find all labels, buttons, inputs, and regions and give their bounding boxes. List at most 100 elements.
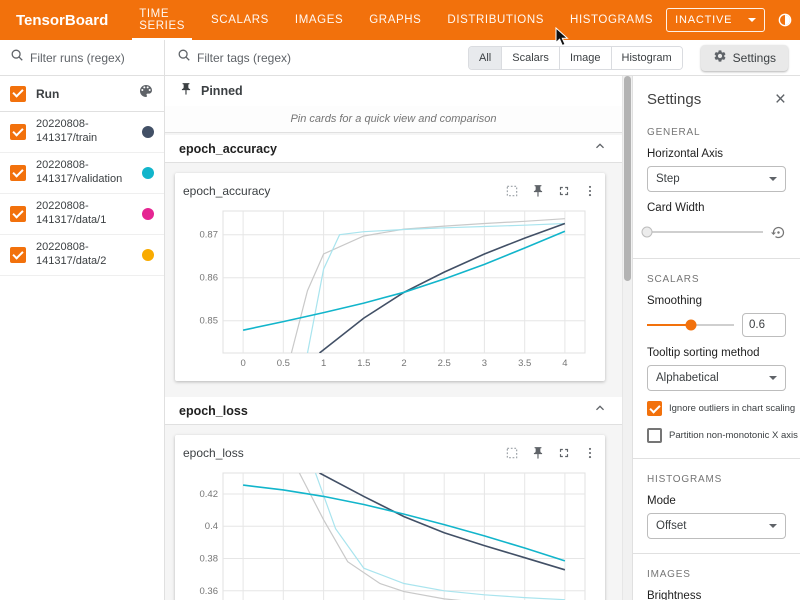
run-checkbox[interactable]	[10, 206, 26, 222]
run-checkbox[interactable]	[10, 165, 26, 181]
svg-text:0.4: 0.4	[205, 521, 218, 532]
run-row-train[interactable]: 20220808-141317/train	[0, 112, 164, 153]
partition-x-label: Partition non-monotonic X axis	[669, 430, 798, 441]
run-color-dot	[142, 167, 154, 179]
svg-text:3: 3	[482, 358, 487, 369]
slider-thumb[interactable]	[642, 227, 653, 238]
card-width-slider[interactable]	[647, 220, 763, 244]
gear-icon	[713, 49, 727, 66]
reset-icon[interactable]	[771, 225, 786, 240]
palette-icon[interactable]	[138, 83, 154, 104]
svg-text:0.38: 0.38	[200, 554, 219, 565]
filter-histogram-button[interactable]: Histogram	[611, 47, 682, 69]
app-header: TensorBoard TIME SERIES SCALARS IMAGES G…	[0, 0, 800, 40]
settings-panel: Settings × GENERAL Horizontal Axis Step …	[632, 76, 800, 600]
fullscreen-icon[interactable]	[557, 184, 571, 198]
run-row-data-1[interactable]: 20220808-141317/data/1	[0, 194, 164, 235]
svg-text:2: 2	[401, 358, 406, 369]
main-scrollbar[interactable]	[622, 76, 632, 600]
slider-thumb[interactable]	[685, 320, 696, 331]
filter-scalars-button[interactable]: Scalars	[501, 47, 559, 69]
pin-icon[interactable]	[531, 446, 545, 460]
filter-tags-input[interactable]	[197, 51, 462, 65]
partition-x-row[interactable]: Partition non-monotonic X axis	[647, 426, 786, 444]
caret-down-icon	[748, 18, 756, 22]
card-width-label: Card Width	[647, 202, 786, 214]
filter-all-button[interactable]: All	[469, 47, 501, 69]
epoch-accuracy-chart[interactable]: 00.511.522.533.540.850.860.87	[183, 205, 597, 373]
card-actions	[505, 446, 597, 460]
epoch-loss-chart[interactable]: 00.511.522.533.540.360.380.40.42	[183, 467, 597, 600]
status-dropdown[interactable]: INACTIVE	[666, 8, 765, 32]
more-options-icon[interactable]	[583, 184, 597, 198]
svg-text:0.5: 0.5	[277, 358, 290, 369]
divider	[633, 458, 800, 459]
svg-text:0.85: 0.85	[200, 316, 219, 327]
ignore-outliers-label: Ignore outliers in chart scaling	[669, 403, 795, 414]
tab-images[interactable]: IMAGES	[282, 0, 356, 40]
tab-histograms[interactable]: HISTOGRAMS	[557, 0, 666, 40]
more-options-icon[interactable]	[583, 446, 597, 460]
fit-domain-icon[interactable]	[505, 184, 519, 198]
svg-text:4: 4	[562, 358, 567, 369]
main-content: Pinned Pin cards for a quick view and co…	[165, 76, 632, 600]
run-checkbox[interactable]	[10, 124, 26, 140]
main-nav: TIME SERIES SCALARS IMAGES GRAPHS DISTRI…	[126, 0, 666, 40]
select-all-runs-checkbox[interactable]	[10, 86, 26, 102]
horizontal-axis-value: Step	[656, 173, 680, 185]
horizontal-axis-select[interactable]: Step	[647, 166, 786, 192]
app-logo: TensorBoard	[0, 12, 126, 29]
pin-icon[interactable]	[531, 184, 545, 198]
ignore-outliers-row[interactable]: Ignore outliers in chart scaling	[647, 401, 786, 416]
chevron-up-icon[interactable]	[592, 138, 608, 159]
contrast-toggle-icon[interactable]	[773, 8, 797, 32]
section-body-epoch-accuracy: epoch_accuracy	[165, 163, 622, 395]
tab-scalars[interactable]: SCALARS	[198, 0, 282, 40]
tab-time-series[interactable]: TIME SERIES	[126, 0, 198, 40]
tooltip-sorting-select[interactable]: Alphabetical	[647, 365, 786, 391]
ignore-outliers-checkbox[interactable]	[647, 401, 662, 416]
pinned-hint-text: Pin cards for a quick view and compariso…	[165, 106, 622, 133]
divider	[633, 258, 800, 259]
runs-header-label: Run	[36, 87, 128, 101]
run-name: 20220808-141317/data/2	[36, 241, 132, 269]
histogram-mode-select[interactable]: Offset	[647, 513, 786, 539]
card-title: epoch_loss	[183, 446, 244, 460]
scalar-card-epoch-loss: epoch_loss	[175, 435, 605, 600]
card-width-row	[647, 220, 786, 244]
svg-text:0.42: 0.42	[200, 489, 219, 500]
pinned-section-header: Pinned	[165, 76, 622, 106]
caret-down-icon	[769, 524, 777, 528]
run-row-validation[interactable]: 20220808-141317/validation	[0, 153, 164, 194]
chevron-up-icon[interactable]	[592, 400, 608, 421]
tab-graphs[interactable]: GRAPHS	[356, 0, 434, 40]
run-filter-container	[0, 40, 165, 75]
filter-runs-input[interactable]	[30, 51, 140, 65]
section-header-epoch-accuracy[interactable]: epoch_accuracy	[165, 135, 622, 163]
settings-panel-header: Settings ×	[647, 86, 786, 112]
smoothing-label: Smoothing	[647, 295, 786, 307]
caret-down-icon	[769, 177, 777, 181]
filter-image-button[interactable]: Image	[559, 47, 611, 69]
run-checkbox[interactable]	[10, 247, 26, 263]
smoothing-slider[interactable]	[647, 313, 734, 337]
scrollbar-thumb[interactable]	[624, 76, 631, 281]
tooltip-sorting-label: Tooltip sorting method	[647, 347, 786, 359]
svg-text:0: 0	[240, 358, 245, 369]
tab-distributions[interactable]: DISTRIBUTIONS	[434, 0, 557, 40]
settings-button-label: Settings	[733, 51, 776, 65]
divider	[633, 553, 800, 554]
close-icon[interactable]: ×	[775, 90, 786, 109]
partition-x-checkbox[interactable]	[647, 428, 662, 443]
settings-button[interactable]: Settings	[701, 45, 788, 71]
section-body-epoch-loss: epoch_loss	[165, 425, 622, 600]
tensorboard-app: TensorBoard TIME SERIES SCALARS IMAGES G…	[0, 0, 800, 600]
runs-sidebar: Run 20220808-141317/train 20220808-14131…	[0, 76, 165, 600]
tooltip-sorting-value: Alphabetical	[656, 372, 719, 384]
run-row-data-2[interactable]: 20220808-141317/data/2	[0, 235, 164, 276]
section-header-epoch-loss[interactable]: epoch_loss	[165, 397, 622, 425]
fit-domain-icon[interactable]	[505, 446, 519, 460]
smoothing-input[interactable]	[742, 313, 786, 337]
fullscreen-icon[interactable]	[557, 446, 571, 460]
search-icon	[177, 48, 191, 67]
